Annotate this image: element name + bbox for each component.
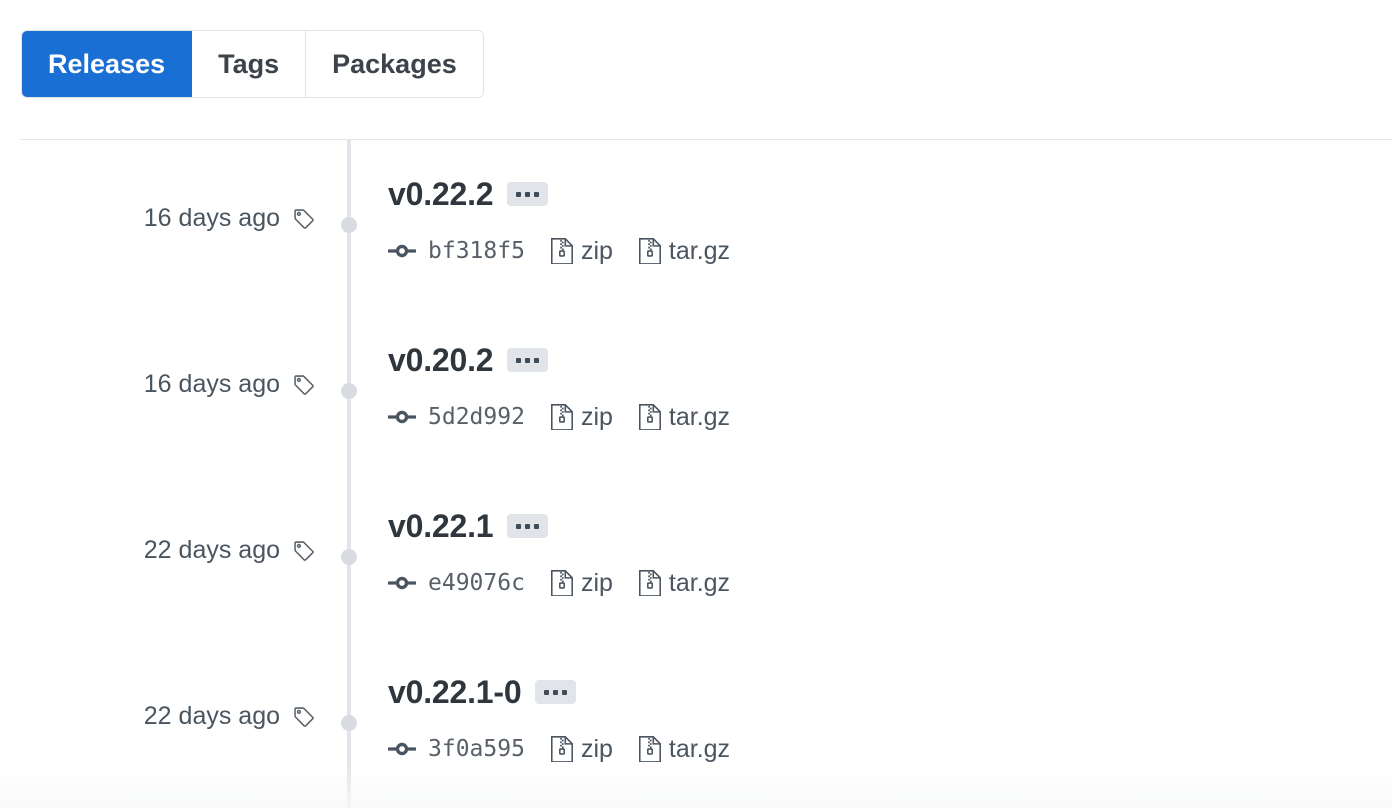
release-meta: 16 days ago xyxy=(144,206,315,231)
release-assets-line: 3f0a595 zip tar.gz xyxy=(387,734,731,764)
release-version-link[interactable]: v0.20.2 xyxy=(388,344,494,376)
release-date: 16 days ago xyxy=(143,204,280,232)
release-content: v0.22.2 bf318f5 zip tar.gz xyxy=(387,174,731,266)
asset-zip-link[interactable]: zip xyxy=(550,402,613,431)
tab-tags-label: Tags xyxy=(218,48,280,79)
release-assets-line: bf318f5 zip tar.gz xyxy=(387,236,731,266)
release-title-line: v0.22.2 xyxy=(388,174,730,214)
release-meta: 22 days ago xyxy=(144,538,315,563)
asset-label: tar.gz xyxy=(668,734,731,763)
asset-zip-link[interactable]: zip xyxy=(550,568,613,597)
release-title-line: v0.22.1-0 xyxy=(388,672,730,712)
file-zip-icon xyxy=(638,237,661,265)
tag-icon xyxy=(293,374,315,396)
table-row: 16 days ago v0.20.2 5d2d992 zip tar.gz xyxy=(0,306,1392,472)
tag-icon xyxy=(293,208,315,230)
file-zip-icon xyxy=(550,735,573,763)
release-version-link[interactable]: v0.22.1 xyxy=(388,510,494,542)
timeline-dot xyxy=(341,217,357,233)
table-row: 16 days ago v0.22.2 bf318f5 zip tar.gz xyxy=(0,140,1392,306)
timeline-dot xyxy=(341,383,357,399)
asset-label: tar.gz xyxy=(668,568,731,597)
tab-packages[interactable]: Packages xyxy=(306,31,483,97)
tab-tags[interactable]: Tags xyxy=(192,31,307,97)
asset-label: zip xyxy=(580,568,613,597)
file-zip-icon xyxy=(550,569,573,597)
git-commit-icon xyxy=(387,403,417,431)
file-zip-icon xyxy=(550,237,573,265)
tag-icon xyxy=(293,706,315,728)
commit-hash-link[interactable]: bf318f5 xyxy=(428,239,525,263)
release-content: v0.22.1-0 3f0a595 zip tar.gz xyxy=(387,672,731,764)
asset-targz-link[interactable]: tar.gz xyxy=(638,236,731,265)
tab-packages-label: Packages xyxy=(332,48,457,79)
table-row: 22 days ago v0.22.1-0 3f0a595 zip tar.gz xyxy=(0,638,1392,804)
commit-hash-link[interactable]: 3f0a595 xyxy=(428,737,525,761)
release-content: v0.22.1 e49076c zip tar.gz xyxy=(387,506,731,598)
release-assets-line: 5d2d992 zip tar.gz xyxy=(387,402,731,432)
tab-releases-label: Releases xyxy=(48,48,166,79)
asset-label: zip xyxy=(580,236,613,265)
release-date: 22 days ago xyxy=(143,536,280,564)
kebab-horizontal-icon[interactable] xyxy=(507,514,549,538)
file-zip-icon xyxy=(638,403,661,431)
kebab-horizontal-icon[interactable] xyxy=(507,182,549,206)
release-version-link[interactable]: v0.22.1-0 xyxy=(388,676,522,708)
asset-zip-link[interactable]: zip xyxy=(550,236,613,265)
releases-tabnav: Releases Tags Packages xyxy=(21,30,484,98)
release-date: 16 days ago xyxy=(143,370,280,398)
release-version-link[interactable]: v0.22.2 xyxy=(388,178,494,210)
git-commit-icon xyxy=(387,237,417,265)
git-commit-icon xyxy=(387,735,417,763)
release-title-line: v0.22.1 xyxy=(388,506,730,546)
asset-zip-link[interactable]: zip xyxy=(550,734,613,763)
release-content: v0.20.2 5d2d992 zip tar.gz xyxy=(387,340,731,432)
kebab-horizontal-icon[interactable] xyxy=(507,348,549,372)
asset-label: tar.gz xyxy=(668,402,731,431)
git-commit-icon xyxy=(387,569,417,597)
asset-targz-link[interactable]: tar.gz xyxy=(638,568,731,597)
asset-targz-link[interactable]: tar.gz xyxy=(638,734,731,763)
asset-label: zip xyxy=(580,402,613,431)
release-title-line: v0.20.2 xyxy=(388,340,730,380)
tab-releases[interactable]: Releases xyxy=(22,31,193,97)
timeline-dot xyxy=(341,549,357,565)
file-zip-icon xyxy=(638,569,661,597)
asset-targz-link[interactable]: tar.gz xyxy=(638,402,731,431)
commit-hash-link[interactable]: 5d2d992 xyxy=(428,405,525,429)
commit-hash-link[interactable]: e49076c xyxy=(428,571,525,595)
timeline-dot xyxy=(341,715,357,731)
asset-label: tar.gz xyxy=(668,236,731,265)
releases-page: Releases Tags Packages 16 days ago v0.22… xyxy=(0,0,1392,808)
tag-icon xyxy=(293,540,315,562)
file-zip-icon xyxy=(550,403,573,431)
file-zip-icon xyxy=(638,735,661,763)
table-row: 22 days ago v0.22.1 e49076c zip tar.gz xyxy=(0,472,1392,638)
release-assets-line: e49076c zip tar.gz xyxy=(387,568,731,598)
release-meta: 16 days ago xyxy=(144,372,315,397)
asset-label: zip xyxy=(580,734,613,763)
release-date: 22 days ago xyxy=(143,702,280,730)
kebab-horizontal-icon[interactable] xyxy=(535,680,577,704)
releases-list: 16 days ago v0.22.2 bf318f5 zip tar.gz 1… xyxy=(0,140,1392,804)
release-meta: 22 days ago xyxy=(144,704,315,729)
